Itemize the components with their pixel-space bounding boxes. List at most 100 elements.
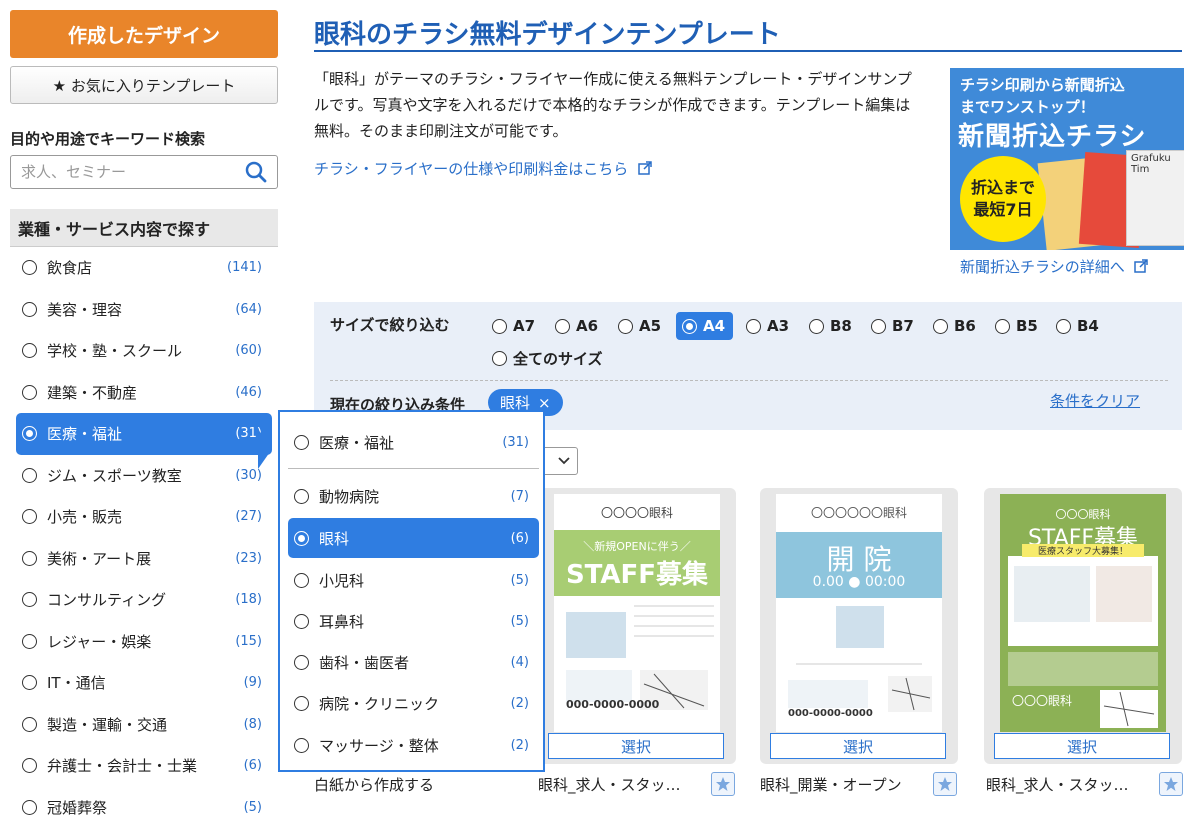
size-option-b5[interactable]: B5: [995, 312, 1038, 340]
category-item[interactable]: 小売・販売(27): [10, 496, 278, 538]
subcategory-label: 眼科: [319, 528, 349, 549]
size-option-b4[interactable]: B4: [1056, 312, 1099, 340]
category-item[interactable]: IT・通信(9): [10, 662, 278, 704]
size-option-all[interactable]: 全てのサイズ: [492, 344, 603, 372]
template-card[interactable]: 〇〇〇眼科 STAFF募集 医療スタッフ大募集！ 〇〇〇眼科 選択: [984, 488, 1182, 764]
select-button[interactable]: 選択: [548, 733, 724, 759]
flyer-footer: 〇〇〇眼科: [1012, 692, 1072, 709]
select-button[interactable]: 選択: [994, 733, 1170, 759]
search-input[interactable]: [11, 156, 231, 188]
template-name[interactable]: 眼科_開業・オープン: [760, 774, 902, 795]
category-item[interactable]: コンサルティング(18): [10, 579, 278, 621]
close-icon[interactable]: ×: [538, 394, 551, 412]
created-designs-button[interactable]: 作成したデザイン: [10, 10, 278, 58]
category-item[interactable]: 冠婚葬祭(5): [10, 787, 278, 828]
size-option-b6[interactable]: B6: [933, 312, 976, 340]
radio-icon: [294, 489, 309, 504]
star-icon: [715, 776, 731, 792]
category-item[interactable]: 建築・不動産(46): [10, 372, 278, 414]
external-link-icon: [637, 160, 653, 176]
subcategory-item-parent[interactable]: 医療・福祉(31): [288, 422, 539, 462]
template-name[interactable]: 眼科_求人・スタッ…: [986, 774, 1129, 795]
newspaper-illustration: Grafuku Tim: [1042, 150, 1184, 250]
select-button[interactable]: 選択: [770, 733, 946, 759]
size-option-a5[interactable]: A5: [618, 312, 661, 340]
size-option-a6[interactable]: A6: [555, 312, 598, 340]
template-name[interactable]: 眼科_求人・スタッ…: [538, 774, 681, 795]
radio-icon: [933, 319, 948, 334]
radio-icon: [22, 675, 37, 690]
category-count: (141): [227, 260, 262, 275]
subcategory-item-selected[interactable]: 眼科 (6): [288, 518, 539, 558]
category-item[interactable]: 美容・理容(64): [10, 289, 278, 331]
favorite-star-button[interactable]: [711, 772, 735, 796]
banner-detail-link[interactable]: 新聞折込チラシの詳細へ: [960, 256, 1149, 277]
template-thumbnail[interactable]: 〇〇〇眼科 STAFF募集 医療スタッフ大募集！ 〇〇〇眼科: [1000, 494, 1166, 732]
radio-icon: [871, 319, 886, 334]
subcategory-item[interactable]: 病院・クリニック(2): [288, 683, 539, 723]
newspaper-insert-banner[interactable]: チラシ印刷から新聞折込までワンストップ！ 新聞折込チラシ Grafuku Tim…: [950, 68, 1184, 250]
subcategory-count: (5): [511, 573, 529, 588]
category-item[interactable]: 飲食店 (141): [10, 247, 278, 289]
favorite-star-button[interactable]: [933, 772, 957, 796]
radio-selected-icon: [22, 426, 37, 441]
flyer-banner-text: ＼新規OPENに伴う／: [554, 538, 720, 554]
radio-icon: [22, 592, 37, 607]
size-option-a7[interactable]: A7: [492, 312, 535, 340]
size-option-b8[interactable]: B8: [809, 312, 852, 340]
category-label: 医療・福祉: [47, 423, 122, 444]
spec-link[interactable]: チラシ・フライヤーの仕様や印刷料金はこちら: [314, 158, 653, 179]
category-label: 美容・理容: [47, 299, 122, 320]
category-item-selected[interactable]: 医療・福祉(31): [16, 413, 272, 455]
subcategory-count: (6): [511, 531, 529, 546]
category-label: 製造・運輸・交通: [47, 714, 167, 735]
flyer-clinic-name: 〇〇〇〇〇〇眼科: [776, 504, 942, 521]
search-icon[interactable]: [245, 161, 267, 183]
category-item[interactable]: レジャー・娯楽 (15): [10, 621, 278, 663]
category-label: レジャー・娯楽: [47, 631, 151, 652]
filter-divider: [330, 380, 1168, 381]
category-label: 弁護士・会計士・士業: [47, 755, 197, 776]
subcategory-item[interactable]: マッサージ・整体(2): [288, 725, 539, 765]
template-thumbnail[interactable]: 〇〇〇〇眼科 ＼新規OPENに伴う／ STAFF募集 000-0000-0000: [554, 494, 720, 732]
category-item[interactable]: 製造・運輸・交通(8): [10, 704, 278, 746]
banner-link-text: 新聞折込チラシの詳細へ: [960, 258, 1125, 276]
category-label: 美術・アート展: [47, 548, 151, 569]
radio-icon: [22, 634, 37, 649]
favorite-star-button[interactable]: [1159, 772, 1183, 796]
category-item[interactable]: ジム・スポーツ教室(30): [10, 455, 278, 497]
radio-icon: [294, 738, 309, 753]
category-item[interactable]: 学校・塾・スクール(60): [10, 330, 278, 372]
subcategory-item[interactable]: 耳鼻科(5): [288, 601, 539, 641]
template-thumbnail[interactable]: 〇〇〇〇〇〇眼科 開 院 0.00 ● 00:00 000-0000-0000: [776, 494, 942, 732]
category-label: 飲食店: [47, 257, 92, 278]
subcategory-label: 医療・福祉: [319, 432, 394, 453]
favorite-templates-button[interactable]: ★ お気に入りテンプレート: [10, 66, 278, 104]
size-option-a3[interactable]: A3: [746, 312, 789, 340]
size-option-b7[interactable]: B7: [871, 312, 914, 340]
radio-icon: [995, 319, 1010, 334]
radio-icon: [294, 696, 309, 711]
radio-icon: [22, 385, 37, 400]
external-link-icon: [1133, 258, 1149, 274]
category-item[interactable]: 弁護士・会計士・士業 (6): [10, 745, 278, 787]
blank-template-link[interactable]: 白紙から作成する: [314, 774, 434, 795]
subcategory-item[interactable]: 歯科・歯医者(4): [288, 642, 539, 682]
radio-icon: [555, 319, 570, 334]
subcategory-item[interactable]: 動物病院(7): [288, 476, 539, 516]
template-card[interactable]: 〇〇〇〇〇〇眼科 開 院 0.00 ● 00:00 000-0000-0000 …: [760, 488, 958, 764]
keyword-search-title: 目的や用途でキーワード検索: [10, 128, 205, 149]
category-item[interactable]: 美術・アート展(23): [10, 538, 278, 580]
subcategory-count: (2): [511, 696, 529, 711]
clear-filter-link[interactable]: 条件をクリア: [1050, 390, 1140, 411]
category-count: (6): [244, 758, 262, 773]
size-option-a4[interactable]: A4: [676, 312, 733, 340]
subcategory-item[interactable]: 小児科(5): [288, 560, 539, 600]
radio-icon: [492, 319, 507, 334]
star-icon: [937, 776, 953, 792]
template-card[interactable]: 〇〇〇〇眼科 ＼新規OPENに伴う／ STAFF募集 000-0000-0000…: [538, 488, 736, 764]
radio-icon: [22, 551, 37, 566]
category-count: (15): [235, 634, 262, 649]
radio-icon: [22, 343, 37, 358]
radio-icon: [22, 758, 37, 773]
